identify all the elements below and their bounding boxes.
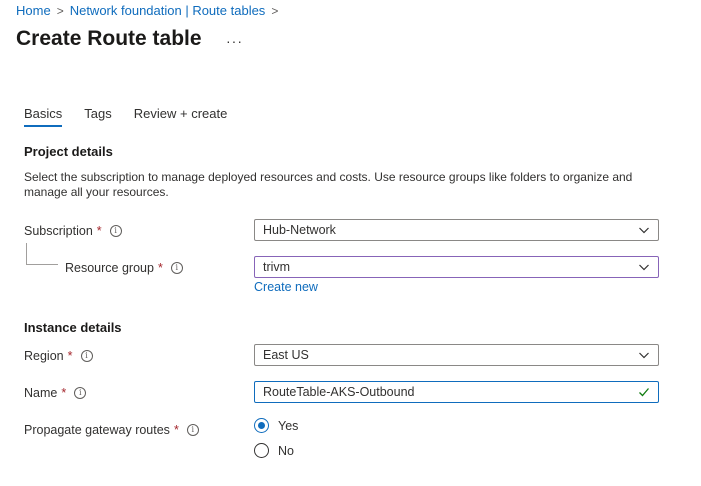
- create-new-resource-group-link[interactable]: Create new: [254, 280, 318, 294]
- project-details-heading: Project details: [24, 144, 113, 159]
- name-value: RouteTable-AKS-Outbound: [263, 385, 415, 399]
- chevron-down-icon: [639, 227, 649, 234]
- breadcrumb-separator: >: [56, 3, 64, 18]
- radio-selected-icon: [254, 418, 269, 433]
- required-marker: *: [96, 224, 102, 238]
- tab-basics[interactable]: Basics: [24, 106, 63, 127]
- chevron-down-icon: [639, 264, 649, 271]
- tab-tags[interactable]: Tags: [84, 106, 111, 127]
- tree-connector: [26, 264, 58, 265]
- propagate-gateway-routes-label: Propagate gateway routes * i: [24, 423, 199, 437]
- breadcrumb-route-tables-link[interactable]: Network foundation | Route tables: [70, 3, 266, 18]
- region-value: East US: [263, 348, 309, 362]
- resource-group-label: Resource group * i: [65, 261, 183, 275]
- page-title: Create Route table: [16, 27, 202, 50]
- radio-unselected-icon: [254, 443, 269, 458]
- info-icon[interactable]: i: [170, 262, 183, 274]
- instance-details-heading: Instance details: [24, 320, 122, 335]
- info-icon[interactable]: i: [80, 350, 93, 362]
- name-label: Name * i: [24, 386, 87, 400]
- required-marker: *: [67, 349, 73, 363]
- info-icon[interactable]: i: [74, 387, 87, 399]
- subscription-dropdown[interactable]: Hub-Network: [254, 219, 659, 241]
- chevron-down-icon: [639, 352, 649, 359]
- propagate-no-radio[interactable]: No: [254, 443, 294, 458]
- project-details-description: Select the subscription to manage deploy…: [24, 170, 633, 199]
- breadcrumb-separator: >: [271, 3, 279, 18]
- tab-review-create[interactable]: Review + create: [134, 106, 228, 127]
- required-marker: *: [157, 261, 163, 275]
- region-dropdown[interactable]: East US: [254, 344, 659, 366]
- tab-bar: Basics Tags Review + create: [24, 106, 249, 127]
- more-options-button[interactable]: ···: [226, 33, 243, 49]
- propagate-gateway-routes-label-text: Propagate gateway routes: [24, 423, 170, 437]
- propagate-yes-radio[interactable]: Yes: [254, 418, 298, 433]
- resource-group-dropdown[interactable]: trivm: [254, 256, 659, 278]
- region-label-text: Region: [24, 349, 64, 363]
- propagate-yes-label: Yes: [278, 418, 299, 433]
- subscription-label: Subscription * i: [24, 224, 122, 238]
- subscription-label-text: Subscription: [24, 224, 93, 238]
- breadcrumb-home-link[interactable]: Home: [16, 3, 51, 18]
- resource-group-value: trivm: [263, 260, 291, 274]
- checkmark-icon: [639, 388, 649, 397]
- tree-connector: [26, 243, 27, 264]
- propagate-no-label: No: [278, 443, 294, 458]
- required-marker: *: [61, 386, 67, 400]
- subscription-value: Hub-Network: [263, 223, 336, 237]
- breadcrumb: Home > Network foundation | Route tables…: [16, 3, 284, 18]
- region-label: Region * i: [24, 349, 93, 363]
- info-icon[interactable]: i: [109, 225, 122, 237]
- resource-group-label-text: Resource group: [65, 261, 154, 275]
- required-marker: *: [173, 423, 179, 437]
- name-label-text: Name: [24, 386, 58, 400]
- info-icon[interactable]: i: [186, 424, 199, 436]
- name-input[interactable]: RouteTable-AKS-Outbound: [254, 381, 659, 403]
